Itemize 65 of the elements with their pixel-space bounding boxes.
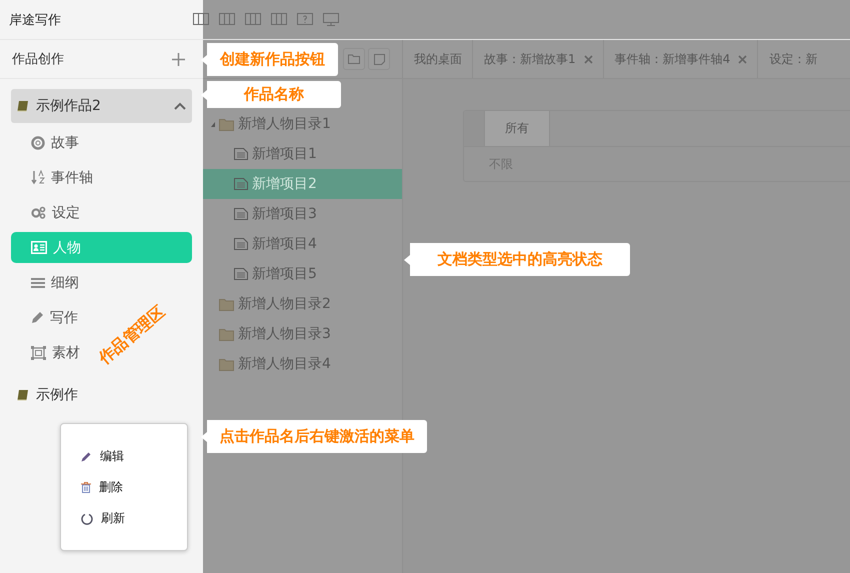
annotation-callout: 点击作品名后右键激活的菜单	[201, 420, 427, 453]
book-icon	[17, 100, 29, 112]
pencil-icon	[81, 451, 92, 462]
monitor-icon[interactable]	[323, 13, 339, 26]
document-icon	[234, 268, 248, 280]
document-icon	[234, 178, 248, 190]
lifebuoy-icon	[31, 136, 45, 150]
annotation-callout: 创建新作品按钮	[201, 43, 338, 76]
folder-icon	[219, 118, 234, 130]
document-tab[interactable]: 我的桌面	[402, 40, 472, 78]
document-type-item[interactable]: 细纲	[11, 267, 79, 298]
tree-item[interactable]: 新增项目2	[203, 169, 402, 199]
document-tab[interactable]: 故事：新增故事1	[472, 40, 603, 78]
close-icon[interactable]	[584, 54, 593, 64]
folder-icon	[348, 54, 360, 64]
trash-icon	[81, 482, 91, 493]
help-icon[interactable]	[297, 13, 313, 25]
folder-icon	[219, 358, 234, 370]
document-type-item[interactable]: 设定	[11, 197, 80, 228]
document-tab[interactable]: 设定：新	[757, 40, 828, 78]
tree-item[interactable]: 新增项目1	[203, 139, 402, 169]
menu-item[interactable]: 刷新	[61, 503, 187, 534]
document-icon	[234, 208, 248, 220]
sort-icon	[31, 170, 45, 185]
gears-icon	[31, 206, 46, 219]
columns-layout-icon[interactable]	[193, 13, 209, 25]
folder-icon	[219, 328, 234, 340]
folder-icon	[219, 298, 234, 310]
tree-item[interactable]: 新增项目5	[203, 259, 402, 289]
document-icon	[234, 148, 248, 160]
document-type-item[interactable]: 人物	[11, 232, 192, 263]
document-tab[interactable]: 事件轴：新增事件轴4	[602, 40, 758, 78]
folder-item[interactable]: 新增人物目录3	[203, 319, 402, 349]
close-icon[interactable]	[738, 54, 748, 64]
tree-item[interactable]: 新增项目4	[203, 229, 402, 259]
annotation-callout: 作品名称	[201, 81, 341, 108]
document-type-item[interactable]: 写作	[11, 302, 78, 333]
area-annotation: 作品管理区	[94, 302, 170, 370]
plus-icon[interactable]	[172, 52, 185, 66]
folder-item[interactable]: 新增人物目录1	[203, 109, 402, 139]
new-folder-button[interactable]	[343, 48, 365, 70]
pencil-icon	[31, 311, 44, 324]
document-icon	[234, 238, 248, 250]
chevron-up-icon	[174, 102, 186, 110]
book-icon	[17, 389, 29, 401]
section-title: 作品创作	[12, 51, 64, 68]
work-item[interactable]: 示例作	[11, 378, 192, 412]
document-type-item[interactable]: 素材	[11, 337, 80, 368]
folder-item[interactable]: 新增人物目录4	[203, 349, 402, 379]
note-icon	[374, 54, 384, 64]
menu-item[interactable]: 删除	[61, 472, 187, 503]
folder-item[interactable]: 新增人物目录2	[203, 289, 402, 319]
id-card-icon	[31, 241, 47, 254]
menu-item[interactable]: 编辑	[61, 441, 187, 472]
app-title: 岸途写作	[9, 12, 62, 28]
refresh-icon	[81, 512, 93, 524]
list-icon	[31, 276, 45, 288]
document-type-item[interactable]: 事件轴	[11, 162, 93, 193]
image-frame-icon	[31, 346, 46, 360]
filter-tab[interactable]: 所有	[485, 111, 550, 146]
work-item[interactable]: 示例作品2	[11, 89, 192, 123]
document-type-item[interactable]: 故事	[11, 127, 79, 158]
annotation-callout: 文档类型选中的高亮状态	[404, 243, 630, 276]
tree-item[interactable]: 新增项目3	[203, 199, 402, 229]
new-note-button[interactable]	[368, 48, 390, 70]
